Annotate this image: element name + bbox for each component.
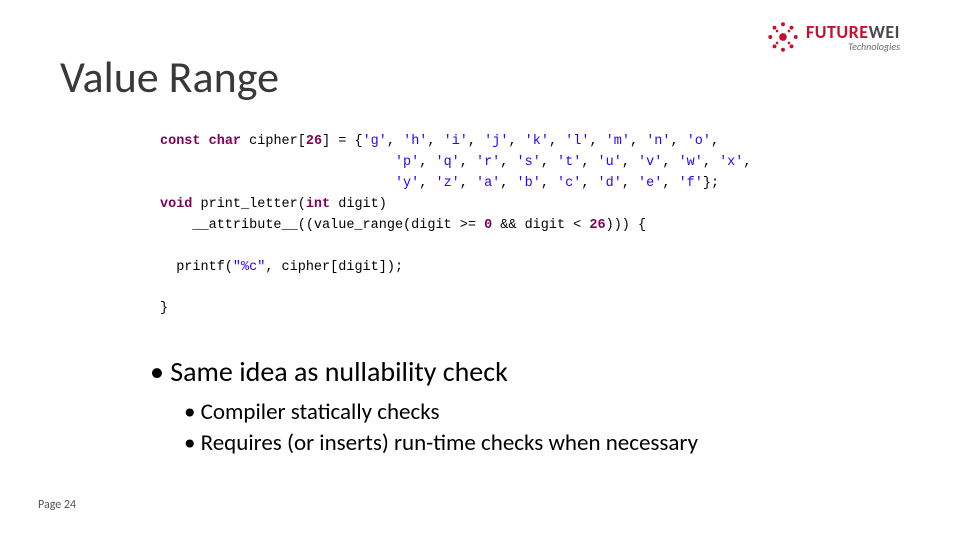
header: Value Range <box>60 50 900 104</box>
slide-title: Value Range <box>60 50 279 104</box>
page-number: Page 24 <box>38 498 76 512</box>
logo-text: FUTUREWEI Technologies <box>806 23 900 52</box>
bullets: Same idea as nullability check Compiler … <box>150 354 900 459</box>
slide: Value Range <box>0 0 960 540</box>
bullet-2a: Compiler statically checks <box>184 397 900 428</box>
logo-sub: Technologies <box>848 42 900 52</box>
bullet-1: Same idea as nullability check <box>150 354 900 389</box>
logo: FUTUREWEI Technologies <box>766 20 900 54</box>
logo-icon <box>766 20 800 54</box>
logo-name: FUTUREWEI <box>806 23 900 41</box>
bullet-2b: Requires (or inserts) run-time checks wh… <box>184 428 900 459</box>
code-block: const char cipher[26] = {'g', 'h', 'i', … <box>160 132 900 320</box>
